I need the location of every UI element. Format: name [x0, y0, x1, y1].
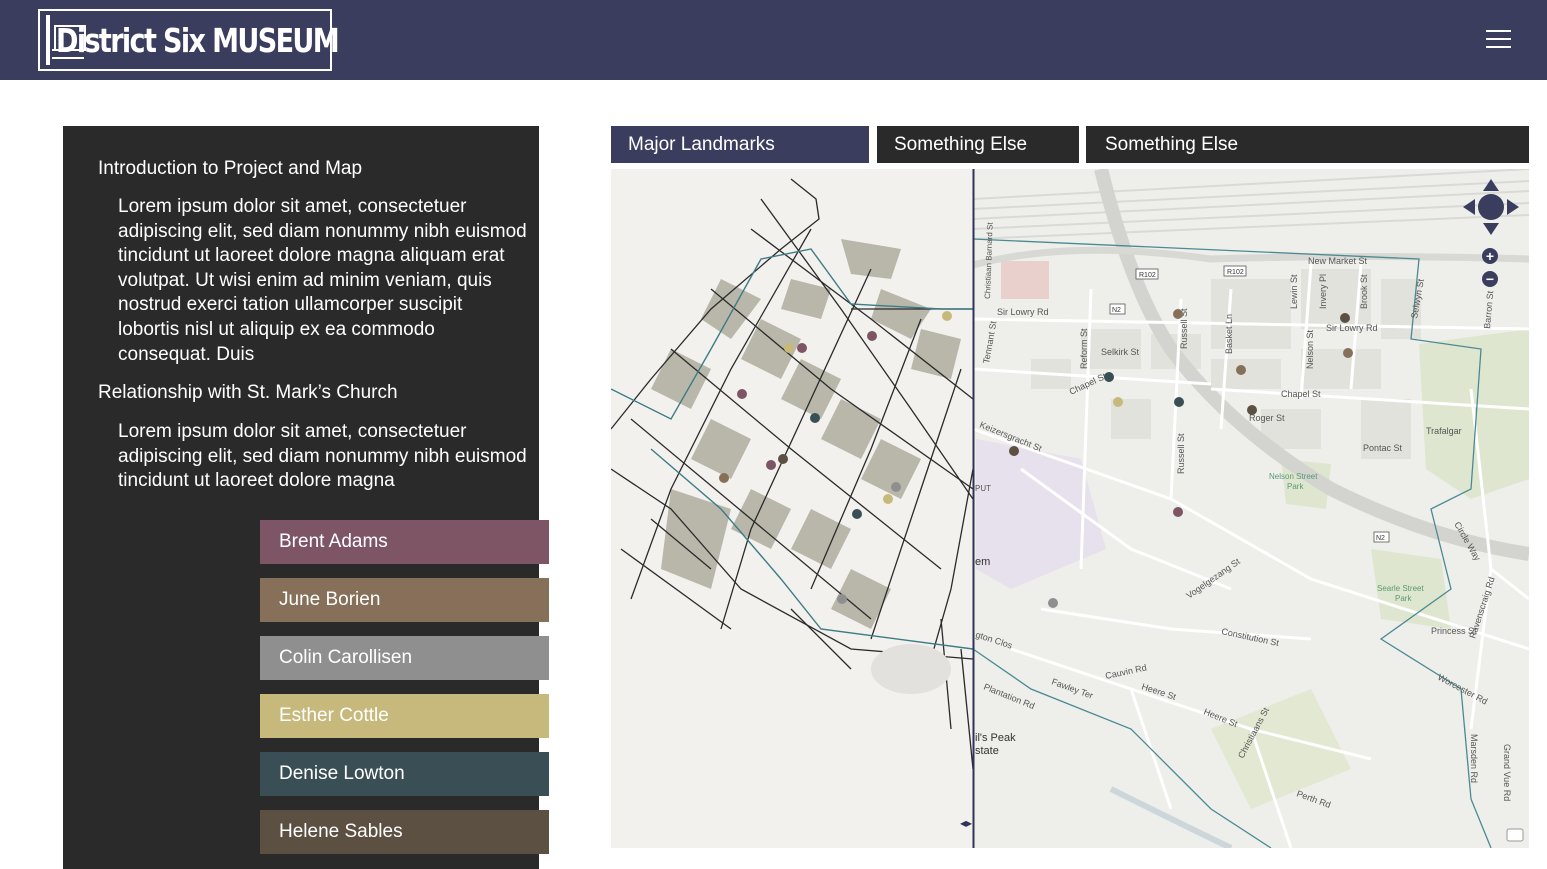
marker: [837, 594, 847, 604]
label-nelson-st: Nelson St: [1305, 329, 1315, 369]
building-pink: [1001, 261, 1049, 299]
swipe-map[interactable]: ◂▸ New Market St Sir Lowry Rd Sir Lowry …: [611, 169, 1529, 848]
person-june-borien[interactable]: June Borien: [260, 578, 549, 622]
marker: [719, 473, 729, 483]
museum-logo[interactable]: District Six MUSEUM: [38, 9, 340, 71]
section-body-church: Lorem ipsum dolor sit amet, consectetuer…: [118, 421, 527, 492]
section-title-church[interactable]: Relationship with St. Mark’s Church: [98, 382, 398, 404]
marker: [1173, 507, 1183, 517]
person-brent-adams[interactable]: Brent Adams: [260, 520, 549, 564]
marker: [1173, 309, 1183, 319]
marker: [883, 494, 893, 504]
marker: [1247, 405, 1257, 415]
label-invery: Invery Pl: [1318, 274, 1328, 309]
label-devils-peak-2: state: [975, 745, 999, 757]
label-nelson-park-2: Park: [1287, 482, 1304, 491]
label-brook: Brook St: [1359, 274, 1369, 309]
label-em: em: [975, 556, 990, 568]
swipe-handle-icon[interactable]: ◂▸: [960, 816, 972, 830]
marker: [1236, 365, 1246, 375]
hill-shade: [871, 644, 951, 694]
label-put: PUT: [975, 484, 991, 493]
person-helene-sables[interactable]: Helene Sables: [260, 810, 549, 854]
label-devils-peak: il's Peak: [975, 732, 1016, 744]
label-grand-vue: Grand Vue Rd: [1502, 744, 1512, 801]
person-denise-lowton[interactable]: Denise Lowton: [260, 752, 549, 796]
svg-text:R102: R102: [1227, 269, 1244, 276]
label-roger: Roger St: [1249, 413, 1285, 423]
marker: [778, 454, 788, 464]
marker: [1104, 372, 1114, 382]
zoom-out-button[interactable]: −: [1482, 271, 1498, 287]
label-chapel-e: Chapel St: [1281, 389, 1321, 399]
tab-something-else-1[interactable]: Something Else: [877, 126, 1079, 163]
section-title-intro[interactable]: Introduction to Project and Map: [98, 158, 362, 180]
marker: [1113, 397, 1123, 407]
label-trafalgar: Trafalgar: [1426, 426, 1462, 436]
label-sir-lowry-e: Sir Lowry Rd: [1326, 323, 1378, 333]
label-marsden: Marsden Rd: [1469, 734, 1479, 783]
section-body-intro: Lorem ipsum dolor sit amet, consectetuer…: [118, 196, 527, 365]
zoom-in-button[interactable]: +: [1482, 248, 1498, 264]
label-nelson-park: Nelson Street: [1269, 472, 1318, 481]
marker: [810, 413, 820, 423]
attribution-icon[interactable]: [1506, 828, 1524, 842]
label-russell-s: Russell St: [1176, 433, 1186, 474]
svg-text:N2: N2: [1112, 307, 1121, 314]
marker: [891, 482, 901, 492]
label-basket: Basket Ln: [1224, 314, 1234, 354]
label-reform: Reform St: [1079, 328, 1089, 369]
marker: [942, 311, 952, 321]
label-lewin: Lewin St: [1289, 274, 1299, 309]
marker: [867, 331, 877, 341]
label-pontac: Pontac St: [1363, 443, 1403, 453]
label-new-market: New Market St: [1308, 256, 1368, 266]
historical-basemap: [611, 169, 973, 848]
marker: [784, 343, 794, 353]
marker: [1174, 397, 1184, 407]
marker: [737, 389, 747, 399]
logo-text: District Six MUSEUM: [56, 20, 340, 60]
label-selkirk: Selkirk St: [1101, 347, 1140, 357]
marker: [1009, 446, 1019, 456]
marker: [1340, 313, 1350, 323]
svg-text:N2: N2: [1376, 535, 1385, 542]
marker: [1048, 598, 1058, 608]
label-searle-2: Park: [1395, 594, 1412, 603]
marker: [1343, 348, 1353, 358]
tab-major-landmarks[interactable]: Major Landmarks: [611, 126, 869, 163]
label-sir-lowry-w: Sir Lowry Rd: [997, 307, 1049, 317]
museum-emblem-icon: [46, 15, 86, 65]
person-esther-cottle[interactable]: Esther Cottle: [260, 694, 549, 738]
hamburger-menu-icon[interactable]: [1486, 30, 1511, 50]
marker: [766, 460, 776, 470]
svg-text:R102: R102: [1139, 272, 1156, 279]
person-colin-carollisen[interactable]: Colin Carollisen: [260, 636, 549, 680]
tab-something-else-2[interactable]: Something Else: [1086, 126, 1529, 163]
site-header: District Six MUSEUM: [0, 0, 1547, 80]
label-searle: Searle Street: [1377, 584, 1424, 593]
marker: [852, 509, 862, 519]
marker: [797, 343, 807, 353]
